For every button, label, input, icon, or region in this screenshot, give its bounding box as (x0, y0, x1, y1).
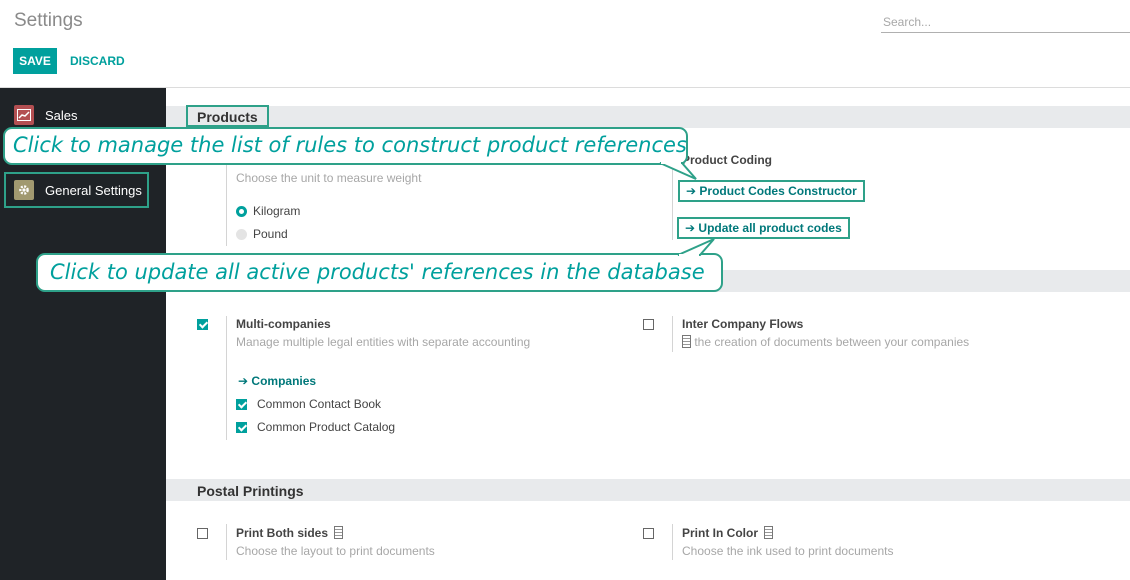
contact-book-label: Common Contact Book (257, 397, 382, 411)
multi-companies-checkbox[interactable] (197, 319, 208, 330)
print-both-sides-title: Print Both sides (236, 526, 344, 540)
print-in-color-title: Print In Color (682, 526, 774, 540)
print-both-sides-divider (226, 524, 227, 560)
callout-bottom: Click to update all active products' ref… (36, 238, 723, 292)
callout-top-text: Click to manage the list of rules to con… (13, 133, 687, 157)
kilogram-radio[interactable] (236, 206, 247, 217)
callout-top: Click to manage the list of rules to con… (3, 127, 697, 180)
callout-top-pointer (659, 161, 697, 180)
print-both-sides-description: Choose the layout to print documents (236, 544, 435, 558)
postal-section-title: Postal Printings (197, 483, 304, 499)
page-title: Settings (14, 10, 83, 31)
inter-company-checkbox[interactable] (643, 319, 654, 330)
sidebar-item-label: General Settings (45, 182, 142, 198)
sidebar-item-label: Sales (45, 107, 78, 123)
product-codes-constructor-link[interactable]: ➔ Product Codes Constructor (678, 180, 865, 202)
print-in-color-checkbox[interactable] (643, 528, 654, 539)
callout-bottom-pointer (677, 238, 715, 258)
product-catalog-label: Common Product Catalog (257, 420, 396, 434)
weight-description: Choose the unit to measure weight (236, 171, 422, 185)
pound-label: Pound (253, 227, 288, 241)
multi-companies-description: Manage multiple legal entities with sepa… (236, 335, 531, 349)
header-divider (0, 87, 1130, 88)
arrow-right-icon: ➔ (238, 374, 249, 388)
inter-company-title: Inter Company Flows (682, 317, 804, 331)
companies-link[interactable]: ➔ Companies (238, 374, 316, 388)
postal-section-bar (166, 479, 1130, 501)
inter-company-description: the creation of documents between your c… (682, 335, 969, 349)
discard-button[interactable]: DISCARD (64, 48, 131, 74)
gear-icon (14, 180, 34, 200)
sidebar-item-general-settings[interactable]: General Settings (4, 172, 149, 208)
products-section-title: Products (186, 105, 269, 127)
product-catalog-checkbox[interactable] (236, 422, 247, 433)
inter-company-divider (672, 316, 673, 352)
contact-book-checkbox[interactable] (236, 399, 247, 410)
save-button[interactable]: SAVE (13, 48, 57, 74)
print-in-color-divider (672, 524, 673, 560)
products-section-bar (166, 106, 1130, 128)
callout-bottom-text: Click to update all active products' ref… (50, 260, 705, 284)
arrow-right-icon: ➔ (686, 184, 697, 198)
print-in-color-description: Choose the ink used to print documents (682, 544, 894, 558)
search-input[interactable] (881, 12, 1130, 33)
update-product-codes-link[interactable]: ➔ Update all product codes (677, 217, 850, 239)
print-both-sides-checkbox[interactable] (197, 528, 208, 539)
building-icon (764, 526, 774, 539)
building-icon (682, 335, 691, 348)
chart-icon (14, 105, 34, 125)
multi-companies-divider (226, 316, 227, 440)
building-icon (334, 526, 344, 539)
arrow-right-icon: ➔ (685, 221, 696, 235)
multi-companies-title: Multi-companies (236, 317, 331, 331)
kilogram-label: Kilogram (253, 204, 301, 218)
pound-radio[interactable] (236, 229, 247, 240)
